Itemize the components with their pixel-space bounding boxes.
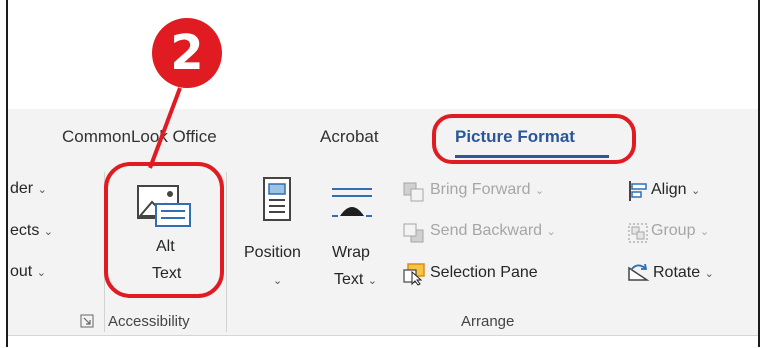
wrap-text-label-line2: Text ⌄ xyxy=(334,271,378,288)
bring-forward-button[interactable]: Bring Forward ⌄ xyxy=(430,181,544,199)
chevron-down-icon: ⌄ xyxy=(699,226,710,238)
align-button[interactable]: Align ⌄ xyxy=(651,181,700,199)
wrap-text-button[interactable]: Wrap Text ⌄ xyxy=(322,172,392,302)
group-label-accessibility: Accessibility xyxy=(108,313,190,330)
group-icon xyxy=(628,223,648,243)
chevron-down-icon: ⌄ xyxy=(273,275,283,287)
group-label-arrange: Arrange xyxy=(461,313,515,330)
selection-pane-button[interactable]: Selection Pane xyxy=(430,264,538,282)
selection-pane-icon xyxy=(403,263,425,286)
bring-forward-icon xyxy=(403,182,424,202)
chevron-down-icon: ⌄ xyxy=(534,185,545,197)
alt-text-highlight xyxy=(104,162,224,298)
chevron-down-icon: ⌄ xyxy=(704,268,714,280)
position-icon xyxy=(263,177,291,221)
send-backward-icon xyxy=(403,223,424,243)
group-button[interactable]: Group ⌄ xyxy=(651,222,709,240)
step-badge: 2 xyxy=(152,18,222,88)
chevron-down-icon: ⌄ xyxy=(691,185,701,197)
send-backward-button[interactable]: Send Backward ⌄ xyxy=(430,222,556,240)
wrap-text-icon xyxy=(332,188,372,217)
chevron-down-icon: ⌄ xyxy=(367,275,378,287)
chevron-down-icon: ⌄ xyxy=(546,226,556,238)
align-icon xyxy=(629,181,647,201)
wrap-text-label-line1: Wrap xyxy=(332,244,370,261)
position-button[interactable]: Position ⌄ xyxy=(238,172,318,302)
position-label: Position xyxy=(244,244,301,261)
rotate-button[interactable]: Rotate ⌄ xyxy=(653,264,714,282)
rotate-icon xyxy=(628,263,650,281)
